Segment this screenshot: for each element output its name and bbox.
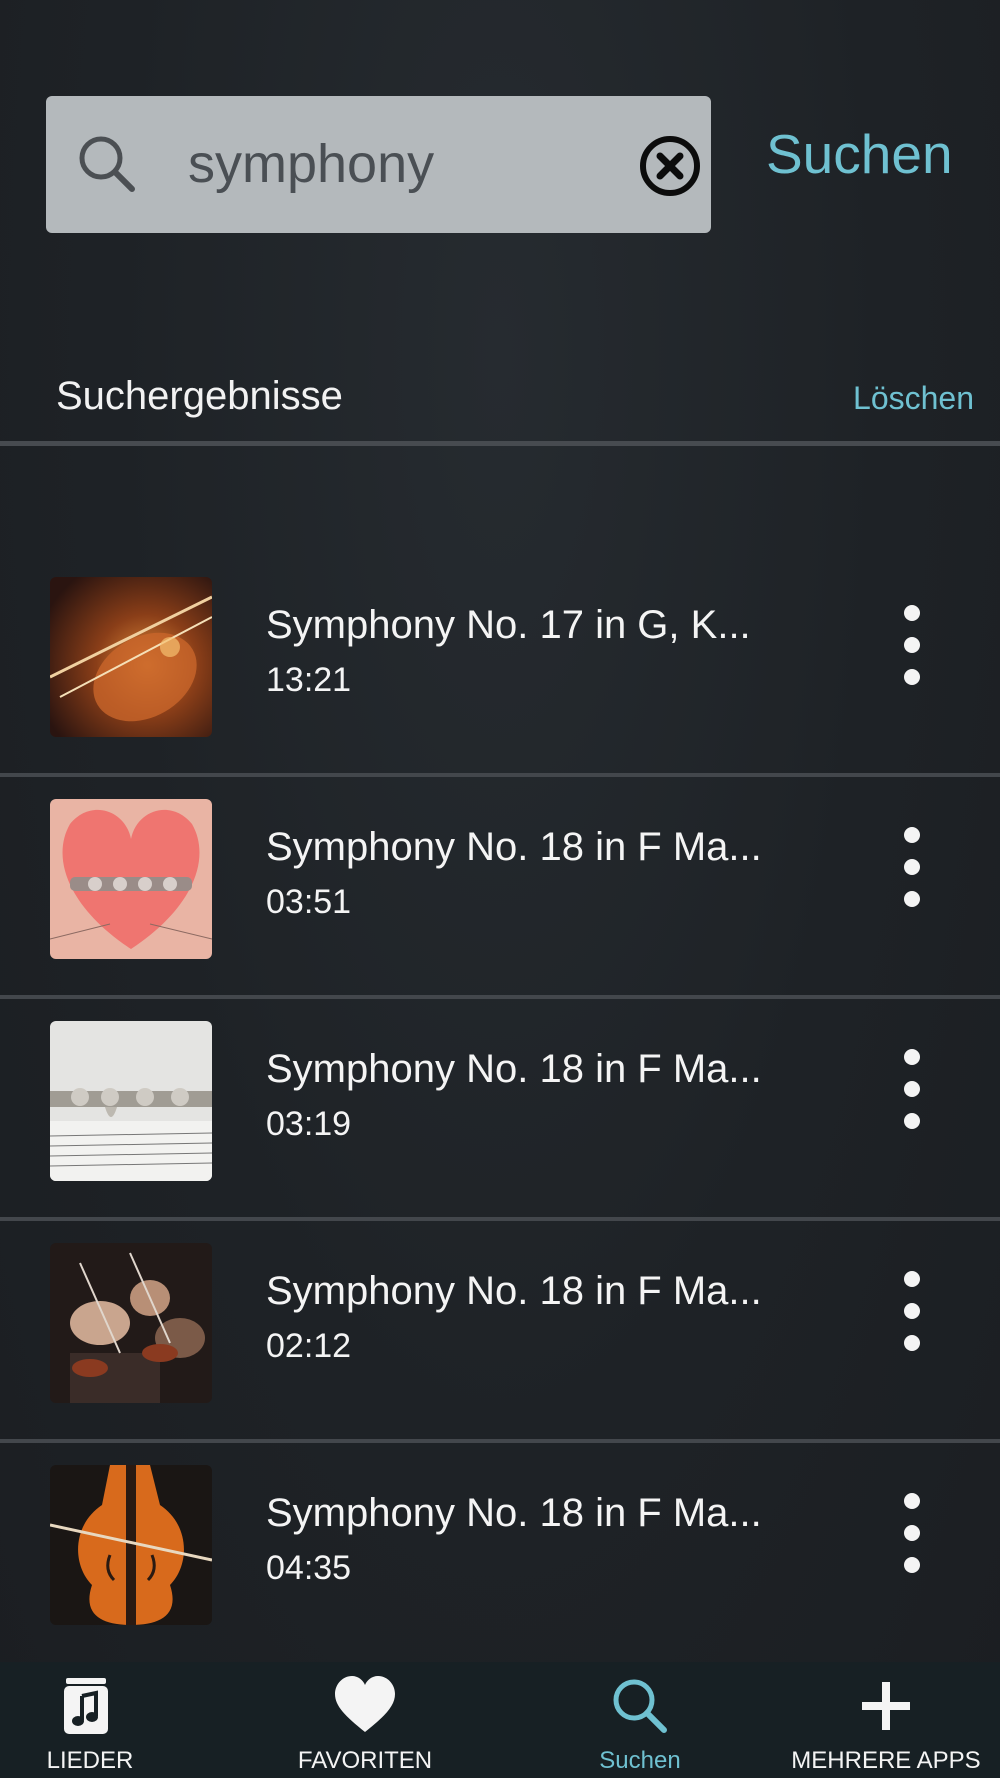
plus-icon	[862, 1682, 910, 1730]
list-item[interactable]: Symphony No. 18 in F Ma... 04:35	[0, 1443, 1000, 1665]
search-input[interactable]	[188, 124, 608, 204]
more-options-icon[interactable]	[892, 1049, 932, 1139]
track-duration: 02:12	[266, 1327, 352, 1365]
results-list: Symphony No. 17 in G, K... 13:21 Symphon…	[0, 555, 1000, 1665]
header-divider	[0, 441, 1000, 446]
tab-favoriten[interactable]: FAVORITEN	[285, 1662, 445, 1778]
track-thumbnail	[50, 1465, 212, 1625]
more-options-icon[interactable]	[892, 827, 932, 917]
track-duration: 13:21	[266, 661, 352, 699]
clear-results-link[interactable]: Löschen	[853, 380, 974, 417]
more-options-icon[interactable]	[892, 1271, 932, 1361]
track-thumbnail	[50, 577, 212, 737]
list-item[interactable]: Symphony No. 18 in F Ma... 03:51	[0, 777, 1000, 999]
track-title: Symphony No. 18 in F Ma...	[266, 1491, 762, 1535]
music-note-icon	[64, 1678, 108, 1734]
more-options-icon[interactable]	[892, 605, 932, 695]
tab-label: Suchen	[599, 1747, 681, 1774]
tab-label: FAVORITEN	[297, 1747, 433, 1774]
search-icon	[613, 1679, 667, 1733]
tab-label: LIEDER	[46, 1747, 134, 1774]
tab-mehrere-apps[interactable]: MEHRERE APPS	[786, 1662, 986, 1778]
track-title: Symphony No. 18 in F Ma...	[266, 1047, 762, 1091]
track-duration: 04:35	[266, 1549, 352, 1587]
list-item[interactable]: Symphony No. 17 in G, K... 13:21	[0, 555, 1000, 777]
search-button[interactable]: Suchen	[766, 122, 953, 186]
track-title: Symphony No. 18 in F Ma...	[266, 825, 762, 869]
bottom-tab-bar: LIEDER FAVORITEN Suchen MEHRERE APPS	[0, 1662, 1000, 1778]
track-thumbnail	[50, 1021, 212, 1181]
list-item[interactable]: Symphony No. 18 in F Ma... 03:19	[0, 999, 1000, 1221]
track-duration: 03:51	[266, 883, 352, 921]
track-duration: 03:19	[266, 1105, 352, 1143]
search-icon	[79, 136, 135, 192]
track-title: Symphony No. 18 in F Ma...	[266, 1269, 762, 1313]
tab-lieder[interactable]: LIEDER	[20, 1662, 160, 1778]
track-thumbnail	[50, 799, 212, 959]
search-screen: Suchen Suchergebnisse Löschen	[0, 0, 1000, 1778]
clear-search-icon[interactable]	[638, 134, 702, 198]
search-field[interactable]	[46, 96, 711, 233]
tab-suchen[interactable]: Suchen	[580, 1662, 700, 1778]
heart-icon	[335, 1676, 395, 1732]
track-thumbnail	[50, 1243, 212, 1403]
tab-label: MEHRERE APPS	[791, 1747, 981, 1774]
list-item[interactable]: Symphony No. 18 in F Ma... 02:12	[0, 1221, 1000, 1443]
more-options-icon[interactable]	[892, 1493, 932, 1583]
results-heading: Suchergebnisse	[56, 374, 343, 418]
track-title: Symphony No. 17 in G, K...	[266, 603, 751, 647]
